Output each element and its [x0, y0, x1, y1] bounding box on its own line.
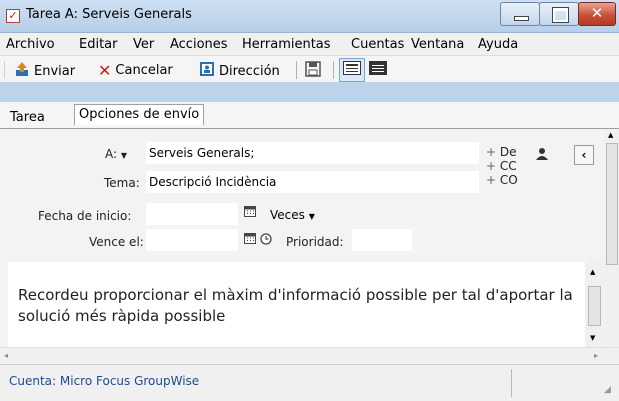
chevron-left-icon: ‹ — [581, 148, 587, 162]
form-scrollbar[interactable]: ▲ — [604, 129, 619, 347]
scroll-down-arrow-icon[interactable]: ▼ — [590, 334, 595, 342]
title-bar[interactable]: ✓ Tarea A: Serveis Generals ✕ — [0, 0, 619, 33]
due-date-input[interactable] — [146, 229, 238, 251]
menu-editar[interactable]: Editar — [79, 37, 118, 52]
status-bar: Cuenta: Micro Focus GroupWise ◢ — [0, 364, 619, 401]
collapse-panel-button[interactable]: ‹ — [574, 145, 594, 165]
cancel-label: Cancelar — [115, 63, 173, 78]
save-disk-icon — [305, 61, 321, 81]
view-toggle-button-2[interactable] — [369, 61, 387, 79]
to-input[interactable]: Serveis Generals; — [146, 142, 479, 164]
add-from-link[interactable]: + De — [486, 145, 518, 159]
start-date-label: Fecha de inicio: — [38, 209, 132, 223]
calendar-icon[interactable] — [244, 206, 256, 220]
priority-label: Prioridad: — [286, 235, 344, 249]
subject-label: Tema: — [104, 176, 140, 190]
horizontal-scrollbar[interactable]: ◂ ▸ — [0, 347, 619, 364]
menu-ventana[interactable]: Ventana — [411, 37, 464, 52]
due-date-label: Vence el: — [89, 235, 144, 249]
save-button[interactable] — [305, 61, 325, 81]
scroll-right-arrow-icon[interactable]: ▸ — [594, 351, 598, 360]
menu-bar: Archivo Editar Ver Acciones Herramientas… — [0, 33, 619, 56]
times-label: Veces — [270, 208, 305, 222]
resize-grip-icon[interactable]: ◢ — [604, 385, 611, 395]
chevron-down-icon: ▼ — [308, 212, 315, 221]
add-cc-link[interactable]: + CC — [486, 159, 518, 173]
start-date-input[interactable] — [146, 203, 238, 225]
calendar-icon[interactable] — [244, 233, 256, 247]
form-view-icon — [343, 61, 361, 79]
account-status: Cuenta: Micro Focus GroupWise — [9, 374, 200, 388]
menu-acciones[interactable]: Acciones — [170, 37, 228, 52]
to-label-text: A: — [105, 147, 118, 161]
priority-input[interactable] — [352, 229, 412, 251]
minimize-icon — [514, 16, 529, 21]
list-view-icon — [369, 61, 387, 79]
tab-tarea[interactable]: Tarea — [6, 108, 49, 128]
cancel-x-icon: ✕ — [98, 61, 112, 80]
menu-herramientas[interactable]: Herramientas — [242, 37, 331, 52]
form-scroll-thumb[interactable] — [606, 143, 618, 265]
tab-opciones-envio[interactable]: Opciones de envío — [74, 104, 205, 125]
body-scrollbar[interactable]: ▲ ▼ — [585, 262, 603, 347]
toolbar-grip — [4, 61, 5, 79]
scroll-up-arrow-icon[interactable]: ▲ — [590, 268, 595, 276]
menu-ayuda[interactable]: Ayuda — [478, 37, 518, 52]
times-dropdown[interactable]: Veces ▼ — [270, 208, 315, 222]
address-book-button[interactable]: Dirección — [199, 61, 280, 81]
clock-icon[interactable] — [260, 233, 272, 248]
menu-cuentas[interactable]: Cuentas — [351, 37, 404, 52]
toolbar-separator — [333, 61, 334, 79]
close-button[interactable]: ✕ — [578, 2, 616, 26]
subject-input[interactable]: Descripció Incidència — [146, 171, 479, 193]
send-label: Enviar — [34, 63, 76, 79]
task-checkbox-icon: ✓ — [6, 9, 20, 23]
view-toggle-button-1[interactable] — [339, 58, 365, 82]
scroll-up-arrow-icon[interactable]: ▲ — [608, 131, 613, 139]
contact-person-icon[interactable] — [535, 147, 549, 164]
status-divider — [511, 369, 512, 397]
add-co-link[interactable]: + CO — [486, 173, 518, 187]
message-body-text: Recordeu proporcionar el màxim d'informa… — [18, 286, 573, 325]
toolbar-separator — [296, 61, 297, 79]
address-options: + De + CC + CO — [486, 145, 518, 187]
send-button[interactable]: Enviar — [14, 61, 75, 81]
minimize-button[interactable] — [500, 2, 540, 26]
scroll-left-arrow-icon[interactable]: ◂ — [4, 351, 8, 360]
close-icon: ✕ — [590, 4, 604, 22]
cancel-button[interactable]: ✕ Cancelar — [98, 61, 173, 80]
menu-archivo[interactable]: Archivo — [6, 37, 55, 52]
address-label: Dirección — [219, 63, 280, 79]
address-book-icon — [199, 61, 215, 81]
maximize-button[interactable] — [539, 2, 579, 26]
body-scroll-thumb[interactable] — [588, 286, 601, 326]
to-field-label[interactable]: A: ▼ — [105, 147, 127, 161]
send-icon — [14, 61, 30, 81]
menu-ver[interactable]: Ver — [133, 37, 154, 52]
maximize-icon — [552, 7, 569, 23]
window-title: Tarea A: Serveis Generals — [26, 7, 192, 22]
chevron-down-icon: ▼ — [120, 151, 128, 160]
toolbar: Enviar ✕ Cancelar Dirección — [0, 56, 619, 82]
